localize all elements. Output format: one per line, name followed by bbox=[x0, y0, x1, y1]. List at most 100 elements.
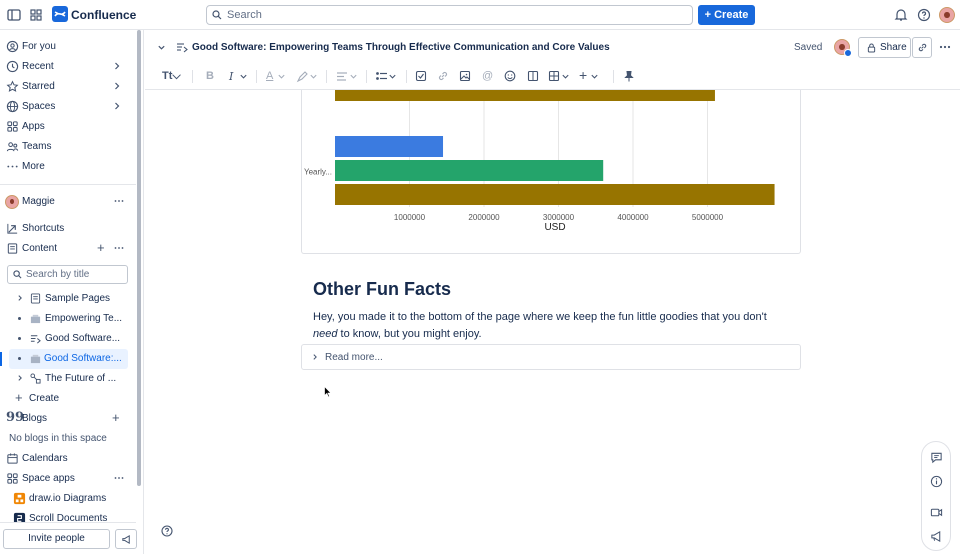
app-switcher-icon[interactable] bbox=[28, 7, 44, 23]
chevron-right-icon[interactable] bbox=[112, 81, 122, 91]
page-content: Yearly... 1000000 2000000 3000000 4000000 500… bbox=[145, 90, 920, 554]
add-blog-icon[interactable]: + bbox=[112, 410, 120, 425]
search-icon bbox=[212, 10, 222, 20]
sidebar-item-apps[interactable]: Apps bbox=[0, 117, 136, 137]
more-formatting-chevron-icon[interactable] bbox=[239, 70, 248, 83]
active-indicator bbox=[0, 352, 2, 366]
tree-create-button[interactable]: + Create bbox=[0, 389, 136, 409]
tree-item-label: Good Software:... bbox=[44, 353, 122, 364]
comment-icon[interactable] bbox=[930, 451, 943, 464]
sidebar-item-spaces[interactable]: Spaces bbox=[0, 97, 136, 117]
share-label: Share bbox=[880, 42, 907, 53]
diagram-icon bbox=[30, 373, 41, 384]
invite-people-button[interactable]: Invite people bbox=[3, 529, 110, 549]
chart-tick-label: 5000000 bbox=[692, 213, 724, 222]
tree-item-sample-pages[interactable]: Sample Pages bbox=[0, 289, 136, 309]
sidebar-item-scroll-documents[interactable]: Scroll Documents bbox=[0, 509, 136, 523]
globe-icon bbox=[6, 100, 19, 113]
app-name[interactable]: Confluence bbox=[71, 8, 136, 22]
sidebar-item-shortcuts[interactable]: Shortcuts bbox=[0, 219, 136, 239]
emoji-icon[interactable] bbox=[504, 70, 516, 83]
chevron-right-icon[interactable] bbox=[112, 61, 122, 71]
notifications-bell-icon[interactable] bbox=[893, 7, 909, 23]
chevron-down-icon[interactable] bbox=[277, 70, 286, 83]
sidebar-item-teams[interactable]: Teams bbox=[0, 137, 136, 157]
sidebar-item-space-apps[interactable]: Space apps bbox=[0, 469, 136, 489]
chevron-down-icon[interactable] bbox=[561, 70, 570, 83]
more-dots-icon[interactable] bbox=[114, 243, 124, 253]
plus-icon: + bbox=[15, 390, 23, 405]
sidebar-item-label: Calendars bbox=[22, 453, 68, 464]
search-icon bbox=[13, 270, 22, 279]
copy-link-button[interactable] bbox=[912, 37, 932, 58]
sidebar-item-for-you[interactable]: For you bbox=[0, 37, 136, 57]
table-icon[interactable] bbox=[548, 70, 560, 83]
tree-item-empowering-teams[interactable]: Empowering Te... bbox=[0, 309, 136, 329]
confluence-logo[interactable] bbox=[52, 6, 68, 22]
profile-avatar[interactable] bbox=[939, 7, 955, 23]
section-paragraph: Hey, you made it to the bottom of the pa… bbox=[313, 309, 793, 343]
more-actions-icon[interactable] bbox=[939, 42, 951, 52]
text-color-icon[interactable]: A bbox=[266, 70, 273, 83]
chevron-right-icon[interactable] bbox=[16, 374, 24, 382]
italic-icon[interactable]: I bbox=[229, 70, 233, 83]
sidebar-toggle-icon[interactable] bbox=[6, 7, 22, 23]
align-icon[interactable] bbox=[336, 70, 348, 83]
insert-plus-icon[interactable]: + bbox=[579, 67, 587, 83]
megaphone-icon bbox=[122, 534, 130, 545]
layouts-icon[interactable] bbox=[527, 70, 539, 83]
chevron-right-icon[interactable] bbox=[16, 294, 24, 302]
chevron-down-icon[interactable] bbox=[388, 70, 397, 83]
sidebar-item-calendars[interactable]: Calendars bbox=[0, 449, 136, 469]
tree-item-future-of[interactable]: The Future of ... bbox=[0, 369, 136, 389]
video-icon[interactable] bbox=[930, 506, 943, 519]
space-header[interactable]: Maggie bbox=[0, 192, 136, 212]
sidebar-item-recent[interactable]: Recent bbox=[0, 57, 136, 77]
paragraph-text: Hey, you made it to the bottom of the pa… bbox=[313, 311, 767, 323]
sidebar-item-content[interactable]: Content + bbox=[0, 239, 136, 259]
help-icon[interactable] bbox=[161, 525, 173, 537]
page-title[interactable]: Good Software: Empowering Teams Through … bbox=[192, 42, 610, 53]
sidebar-item-drawio[interactable]: draw.io Diagrams bbox=[0, 489, 136, 509]
sidebar-item-more[interactable]: More bbox=[0, 157, 136, 177]
clock-icon bbox=[6, 60, 19, 73]
task-checkbox-icon[interactable] bbox=[415, 70, 427, 83]
calendar-icon bbox=[7, 453, 18, 464]
search-by-title-input[interactable]: Search by title bbox=[7, 265, 128, 284]
sidebar-item-blogs[interactable]: 99 Blogs + bbox=[0, 409, 136, 429]
highlight-icon[interactable] bbox=[296, 70, 308, 83]
text-style-dropdown[interactable]: Tt⌵ bbox=[162, 70, 181, 83]
info-icon[interactable] bbox=[930, 475, 943, 488]
page-icon bbox=[30, 293, 41, 304]
more-dots-icon bbox=[7, 165, 18, 168]
feedback-button[interactable] bbox=[115, 529, 137, 549]
bullet-list-icon[interactable] bbox=[376, 70, 388, 83]
chevron-down-icon[interactable] bbox=[309, 70, 318, 83]
add-content-icon[interactable]: + bbox=[97, 240, 105, 255]
link-icon[interactable] bbox=[437, 70, 449, 83]
bold-icon[interactable]: B bbox=[206, 70, 214, 83]
megaphone-icon[interactable] bbox=[930, 530, 943, 543]
create-button[interactable]: + Create bbox=[698, 5, 755, 25]
more-dots-icon[interactable] bbox=[114, 473, 124, 483]
help-icon[interactable] bbox=[916, 7, 932, 23]
chevron-down-icon[interactable] bbox=[349, 70, 358, 83]
pin-icon[interactable] bbox=[623, 70, 635, 83]
tree-item-good-software-active[interactable]: Good Software:... bbox=[0, 349, 128, 369]
search-input[interactable]: Search bbox=[206, 5, 693, 25]
search-by-title-placeholder: Search by title bbox=[26, 269, 90, 280]
image-icon[interactable] bbox=[459, 70, 471, 83]
more-dots-icon[interactable] bbox=[114, 196, 124, 206]
read-more-expand[interactable]: Read more... bbox=[301, 344, 801, 370]
sidebar-scrollbar[interactable] bbox=[137, 30, 141, 486]
share-button[interactable]: Share bbox=[858, 37, 911, 58]
sidebar-item-starred[interactable]: Starred bbox=[0, 77, 136, 97]
toolbar-separator bbox=[613, 70, 614, 83]
chevron-down-icon[interactable] bbox=[590, 70, 599, 83]
star-icon bbox=[6, 80, 19, 92]
chevron-down-icon[interactable] bbox=[157, 43, 166, 52]
mouse-cursor bbox=[324, 386, 332, 398]
chevron-right-icon[interactable] bbox=[112, 101, 122, 111]
mention-icon[interactable]: @ bbox=[482, 70, 493, 83]
tree-item-good-software-page[interactable]: Good Software... bbox=[0, 329, 136, 349]
